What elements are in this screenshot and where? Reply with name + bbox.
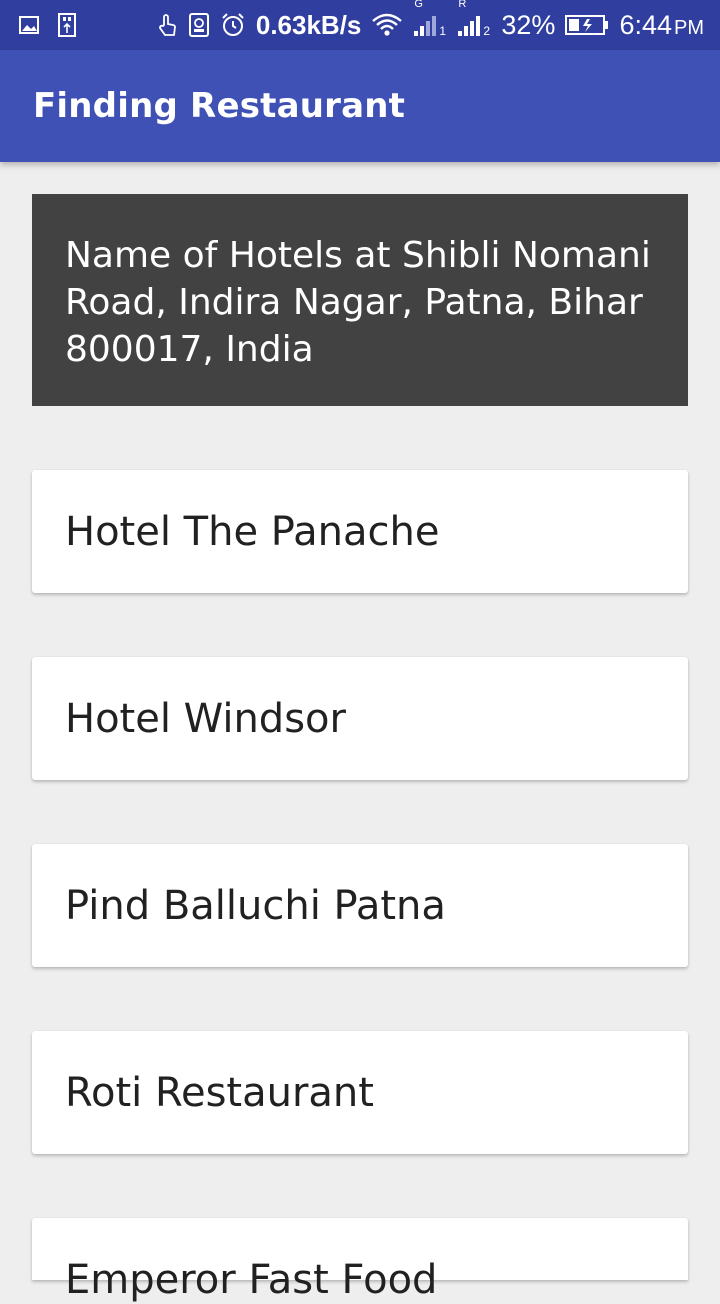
restaurant-card[interactable]: Roti Restaurant: [32, 1031, 688, 1154]
app-bar: Finding Restaurant: [0, 50, 720, 162]
restaurant-name: Hotel The Panache: [65, 508, 440, 555]
restaurant-card[interactable]: Hotel The Panache: [32, 470, 688, 593]
sim1-network-label: G: [414, 0, 423, 10]
network-speed: 0.63kB/s: [255, 9, 362, 40]
clock: 6:44 PM: [619, 10, 704, 41]
location-header: Name of Hotels at Shibli Nomani Road, In…: [32, 194, 688, 406]
status-bar: 0.63kB/s G 1 R 2 32% 6:44 PM: [0, 0, 720, 50]
battery-icon: [565, 14, 609, 36]
sim1-index: 1: [439, 24, 447, 38]
usb-icon: [56, 12, 78, 38]
app-title: Finding Restaurant: [33, 86, 406, 126]
gallery-icon: [18, 12, 40, 38]
sim2-index: 2: [483, 24, 491, 38]
restaurant-card[interactable]: Emperor Fast Food: [32, 1218, 688, 1303]
restaurant-name: Emperor Fast Food: [65, 1257, 438, 1303]
wifi-icon: [371, 12, 403, 38]
sim-toolkit-icon: [188, 12, 210, 38]
clock-time: 6:44: [619, 9, 672, 40]
sim2-network-label: R: [458, 0, 467, 10]
alarm-icon: [220, 12, 246, 38]
battery-percent: 32%: [501, 9, 556, 40]
restaurant-card[interactable]: Pind Balluchi Patna: [32, 844, 688, 967]
restaurant-name: Hotel Windsor: [65, 695, 346, 742]
status-right: 0.63kB/s G 1 R 2 32% 6:44 PM: [156, 0, 704, 50]
restaurant-name: Roti Restaurant: [65, 1069, 374, 1116]
signal-icon: R 2: [457, 0, 491, 38]
restaurant-card[interactable]: Hotel Windsor: [32, 657, 688, 780]
touch-icon: [156, 12, 178, 38]
restaurant-name: Pind Balluchi Patna: [65, 882, 446, 929]
status-left-icons: [18, 12, 78, 38]
clock-ampm: PM: [674, 16, 704, 39]
signal-icon: G 1: [413, 0, 447, 38]
